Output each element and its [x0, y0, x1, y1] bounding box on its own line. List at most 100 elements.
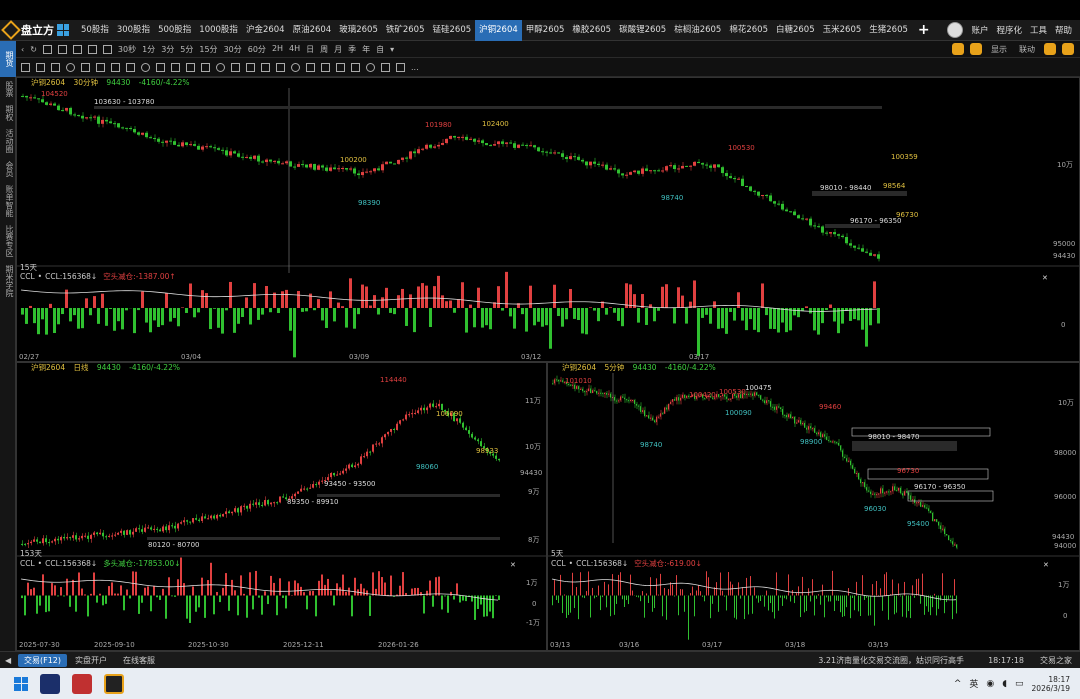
tab-symbol[interactable]: 1000股指 — [195, 20, 242, 41]
sidebar-item-academy[interactable]: 期米学院 — [0, 261, 16, 301]
tab-symbol[interactable]: 生猪2605 — [865, 20, 912, 41]
draw-icon[interactable] — [87, 44, 97, 54]
add-tab-icon[interactable]: + — [912, 22, 936, 38]
open-account-button[interactable]: 实盘开户 — [67, 655, 115, 666]
battery-icon[interactable]: ▭ — [1015, 679, 1024, 689]
draw-tool-icon[interactable] — [321, 62, 330, 72]
kline-chart-5min[interactable] — [548, 363, 1080, 652]
windows-start-icon[interactable] — [14, 676, 28, 691]
period-button[interactable]: 1分 — [139, 44, 158, 55]
chart-panel-daily[interactable]: 沪铜2604 日线 94430 -4160/-4.22% 114440 1060… — [16, 362, 548, 652]
period-button[interactable]: 30秒 — [115, 44, 139, 55]
sidebar-item-stocks[interactable]: 股票 — [0, 77, 16, 101]
tab-symbol[interactable]: 500股指 — [154, 20, 195, 41]
period-button[interactable]: 月 — [331, 44, 345, 55]
taskbar-app-icon[interactable] — [104, 673, 124, 694]
more-tools-icon[interactable]: ... — [408, 63, 422, 72]
sidebar-item-activity[interactable]: 活动圈 — [0, 125, 16, 157]
back-icon[interactable]: ‹ — [18, 45, 27, 54]
refresh-icon[interactable]: ↻ — [27, 45, 40, 54]
period-button[interactable]: 4H — [286, 44, 303, 55]
sidebar-item-futures[interactable]: 期货 — [0, 41, 16, 77]
period-dropdown-icon[interactable]: ▾ — [387, 45, 397, 54]
draw-tool-icon[interactable] — [231, 62, 240, 72]
period-button[interactable]: 日 — [303, 44, 317, 55]
period-button[interactable]: 3分 — [158, 44, 177, 55]
draw-tool-icon[interactable] — [66, 62, 75, 72]
menu-account[interactable]: 账户 — [971, 24, 988, 36]
network-icon[interactable]: ◉ — [986, 679, 994, 689]
draw-tool-icon[interactable] — [351, 62, 360, 72]
trade-button[interactable]: 交易(F12) — [18, 653, 68, 667]
draw-tool-icon[interactable] — [126, 62, 135, 72]
draw-tool-icon[interactable] — [36, 62, 45, 72]
draw-tool-icon[interactable] — [51, 62, 60, 72]
draw-tool-icon[interactable] — [216, 62, 225, 72]
draw-tool-icon[interactable] — [306, 62, 315, 72]
news-ticker[interactable]: 3.21济南量化交易交流圈，姑识同行高手 — [818, 655, 980, 666]
sidebar-item-bill[interactable]: 账单智能 — [0, 181, 16, 221]
tab-symbol[interactable]: 甲醇2605 — [522, 20, 569, 41]
period-button[interactable]: 自 — [373, 44, 387, 55]
draw-tool-icon[interactable] — [186, 62, 195, 72]
period-button[interactable]: 60分 — [245, 44, 269, 55]
brand-link[interactable]: 交易之家 — [1032, 655, 1080, 666]
settings-icon[interactable] — [1062, 43, 1074, 55]
draw-tool-icon[interactable] — [291, 62, 300, 72]
tab-symbol[interactable]: 橡胶2605 — [568, 20, 615, 41]
period-button[interactable]: 15分 — [196, 44, 220, 55]
kline-icon[interactable] — [102, 44, 112, 54]
tab-symbol[interactable]: 铁矿2605 — [382, 20, 429, 41]
draw-tool-icon[interactable] — [201, 62, 210, 72]
ime-indicator[interactable]: 英 — [969, 677, 978, 690]
close-subchart-icon[interactable]: ✕ — [510, 561, 516, 569]
taskbar-app-icon[interactable] — [40, 673, 60, 694]
print-icon[interactable] — [57, 44, 67, 54]
tab-symbol[interactable]: 沪铜2604 — [475, 19, 522, 41]
period-button[interactable]: 年 — [359, 44, 373, 55]
draw-tool-icon[interactable] — [81, 62, 90, 72]
sidebar-item-contest[interactable]: 比赛专区 — [0, 221, 16, 261]
draw-tool-icon[interactable] — [21, 62, 30, 72]
tab-symbol[interactable]: 玻璃2605 — [335, 20, 382, 41]
close-subchart-icon[interactable]: ✕ — [1043, 561, 1049, 569]
menu-program[interactable]: 程序化 — [996, 24, 1022, 36]
draw-tool-icon[interactable] — [276, 62, 285, 72]
alarm-icon[interactable] — [952, 43, 964, 55]
tab-symbol[interactable]: 棕榈油2605 — [670, 20, 725, 41]
draw-tool-icon[interactable] — [96, 62, 105, 72]
avatar[interactable] — [947, 22, 964, 38]
period-button[interactable]: 5分 — [177, 44, 196, 55]
chart-panel-30min[interactable]: 沪铜2604 30分钟 94430 -4160/-4.22% 104520 10… — [16, 77, 1080, 362]
kline-chart-daily[interactable] — [17, 363, 548, 652]
tab-symbol[interactable]: 棉花2605 — [725, 20, 772, 41]
draw-tool-icon[interactable] — [261, 62, 270, 72]
system-clock[interactable]: 18:17 2026/3/19 — [1032, 675, 1070, 693]
menu-tools[interactable]: 工具 — [1030, 24, 1047, 36]
tab-symbol[interactable]: 300股指 — [113, 20, 154, 41]
period-button[interactable]: 30分 — [221, 44, 245, 55]
tab-symbol[interactable]: 沪金2604 — [242, 20, 289, 41]
draw-tool-icon[interactable] — [156, 62, 165, 72]
tab-symbol[interactable]: 锰硅2605 — [429, 20, 476, 41]
display-menu[interactable]: 显示 — [988, 44, 1010, 55]
draw-tool-icon[interactable] — [246, 62, 255, 72]
tab-symbol[interactable]: 碳酸锂2605 — [615, 20, 670, 41]
tab-symbol[interactable]: 白糖2605 — [772, 20, 819, 41]
tab-symbol[interactable]: 玉米2605 — [819, 20, 866, 41]
period-button[interactable]: 季 — [345, 44, 359, 55]
chart-panel-5min[interactable]: 沪铜2604 5分钟 94430 -4160/-4.22% 101010 100… — [547, 362, 1080, 651]
close-subchart-icon[interactable]: ✕ — [1042, 274, 1048, 282]
draw-tool-icon[interactable] — [336, 62, 345, 72]
tab-symbol[interactable]: 原油2604 — [289, 20, 336, 41]
menu-help[interactable]: 帮助 — [1055, 24, 1072, 36]
draw-tool-icon[interactable] — [396, 62, 405, 72]
draw-tool-icon[interactable] — [111, 62, 120, 72]
period-button[interactable]: 2H — [269, 44, 286, 55]
clock-icon[interactable] — [1044, 43, 1056, 55]
save-icon[interactable] — [42, 44, 52, 54]
calc-icon[interactable] — [970, 43, 982, 55]
tab-symbol[interactable]: 50股指 — [77, 20, 113, 41]
sidebar-item-member[interactable]: 会员 — [0, 157, 16, 181]
draw-tool-icon[interactable] — [366, 62, 375, 72]
